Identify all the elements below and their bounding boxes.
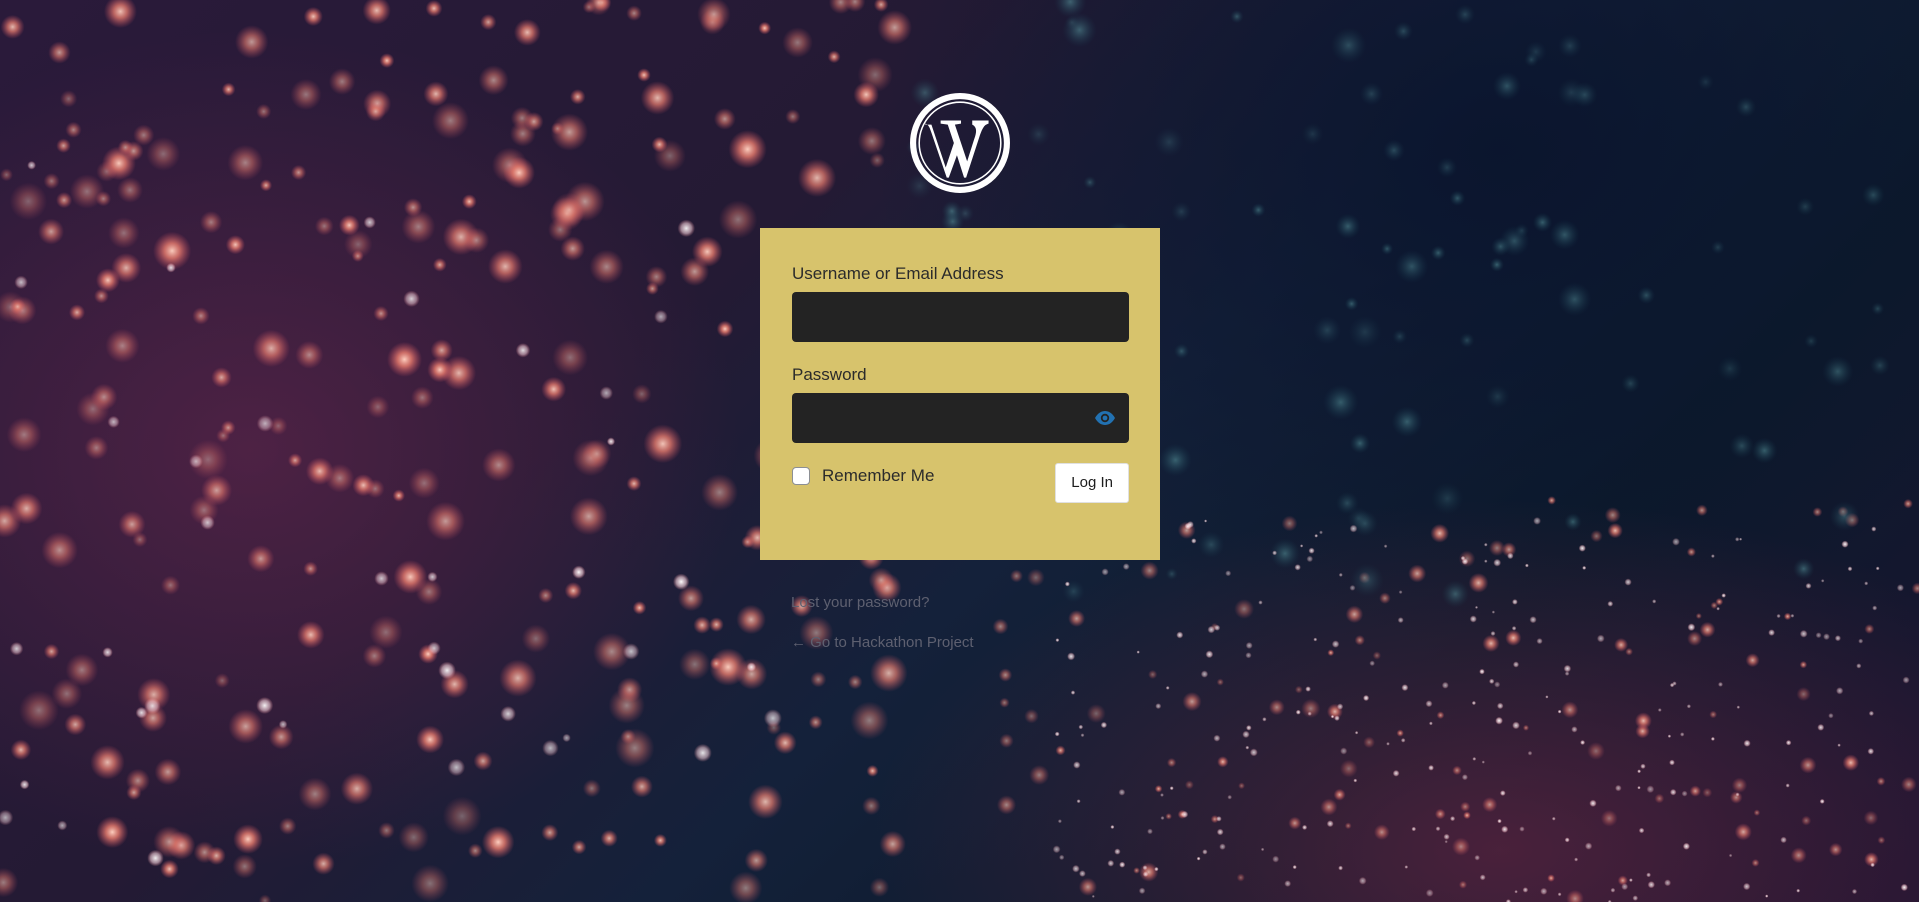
password-field-wrap bbox=[792, 393, 1129, 443]
password-input[interactable] bbox=[792, 393, 1129, 443]
log-in-button[interactable]: Log In bbox=[1055, 463, 1129, 503]
remember-me-checkbox[interactable] bbox=[792, 467, 810, 485]
show-password-button[interactable] bbox=[1089, 402, 1121, 434]
lost-password-link[interactable]: Lost your password? bbox=[791, 594, 974, 611]
remember-me-label: Remember Me bbox=[822, 466, 935, 485]
login-form: Username or Email Address Password Remem… bbox=[760, 228, 1160, 560]
wordpress-logo-icon bbox=[910, 93, 1010, 193]
password-label: Password bbox=[792, 365, 867, 384]
username-input[interactable] bbox=[792, 292, 1129, 342]
eye-icon bbox=[1095, 411, 1115, 425]
back-to-site-link[interactable]: ← Go to Hackathon Project bbox=[791, 634, 974, 651]
username-label: Username or Email Address bbox=[792, 264, 1004, 283]
login-page: Username or Email Address Password Remem… bbox=[0, 0, 1919, 902]
wordpress-logo-link[interactable] bbox=[909, 92, 1011, 194]
login-footer-links: Lost your password? ← Go to Hackathon Pr… bbox=[791, 594, 974, 651]
remember-me-row: Remember Me bbox=[792, 466, 934, 486]
